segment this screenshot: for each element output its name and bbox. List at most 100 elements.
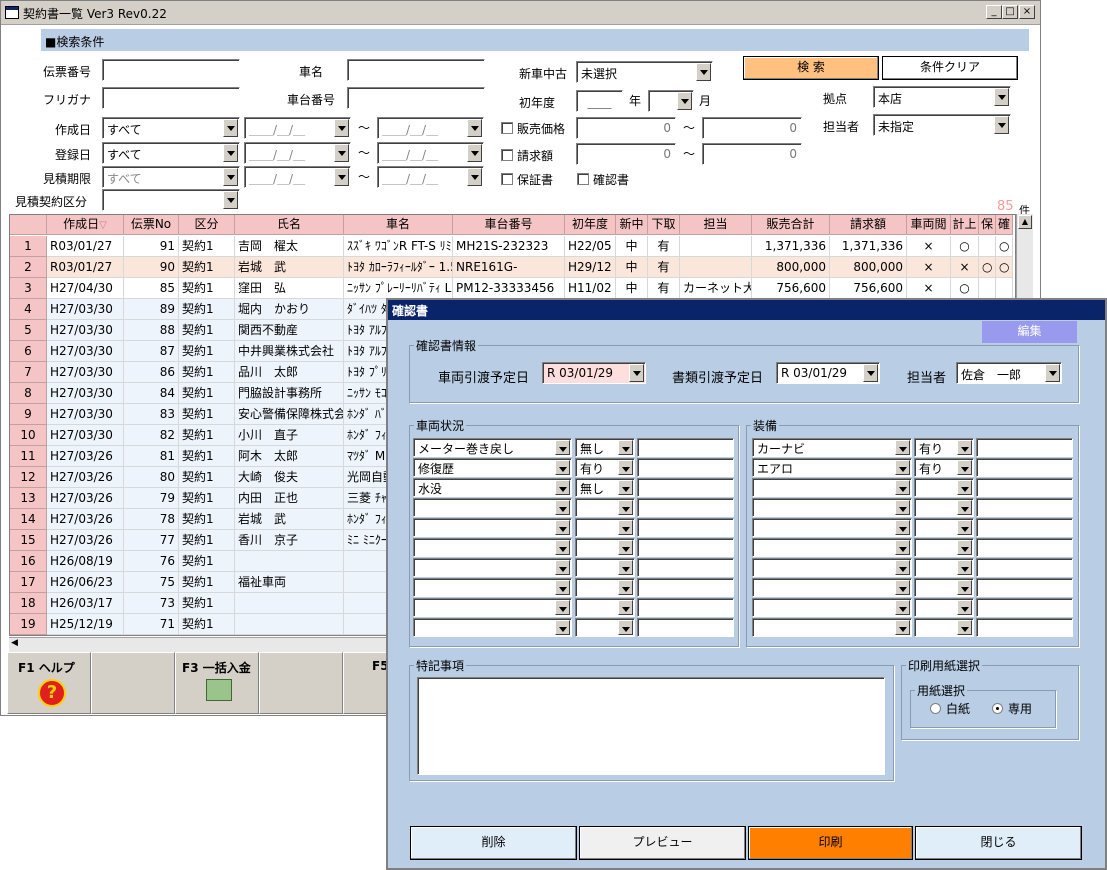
soubi-value-select[interactable]: 有り	[914, 458, 974, 477]
close-button[interactable]: ×	[1019, 5, 1035, 19]
jokyo-note-input[interactable]	[637, 538, 734, 557]
chevron-down-icon[interactable]	[618, 480, 633, 495]
minimize-button[interactable]: _	[986, 5, 1002, 19]
shonendo-input[interactable]: ＿＿	[576, 90, 623, 112]
senyou-radio[interactable]	[992, 703, 1003, 714]
close-dialog-button[interactable]: 閉じる	[915, 826, 1082, 860]
chevron-down-icon[interactable]	[555, 480, 570, 495]
soubi-value-select[interactable]	[914, 538, 974, 557]
sakusei-from-date[interactable]: ＿＿/＿/＿	[244, 117, 351, 139]
search-button[interactable]: 検 索	[743, 56, 879, 80]
jokyo-item-select[interactable]	[413, 518, 572, 537]
hanbai-to-input[interactable]: 0	[702, 117, 802, 139]
f4-empty-button[interactable]	[259, 652, 343, 714]
hakushi-radio[interactable]	[930, 703, 941, 714]
chevron-down-icon[interactable]	[957, 520, 972, 535]
kigen-from-date[interactable]: ＿＿/＿/＿	[244, 166, 351, 188]
chevron-down-icon[interactable]	[334, 144, 349, 162]
soubi-note-input[interactable]	[976, 518, 1073, 537]
jokyo-item-select[interactable]	[413, 618, 572, 637]
chevron-down-icon[interactable]	[1045, 364, 1060, 382]
chevron-down-icon[interactable]	[618, 500, 633, 515]
chevron-down-icon[interactable]	[895, 500, 910, 515]
column-header[interactable]: 確	[996, 215, 1013, 235]
chevron-down-icon[interactable]	[957, 480, 972, 495]
chevron-down-icon[interactable]	[467, 119, 482, 137]
chevron-down-icon[interactable]	[618, 540, 633, 555]
dlg-tantou-select[interactable]: 佐倉 一郎	[956, 362, 1062, 384]
column-header[interactable]: 保	[979, 215, 996, 235]
column-header[interactable]: 区分	[179, 215, 235, 235]
soubi-value-select[interactable]	[914, 598, 974, 617]
jokyo-item-select[interactable]	[413, 558, 572, 577]
jokyo-note-input[interactable]	[637, 498, 734, 517]
jokyo-note-input[interactable]	[637, 558, 734, 577]
jokyo-note-input[interactable]	[637, 438, 734, 457]
f5-button[interactable]: F5	[343, 652, 389, 714]
jokyo-note-input[interactable]	[637, 478, 734, 497]
soubi-item-select[interactable]	[752, 478, 912, 497]
soubi-value-select[interactable]: 有り	[914, 438, 974, 457]
column-header[interactable]: 販売合計	[752, 215, 830, 235]
seikyu-to-input[interactable]: 0	[702, 143, 802, 165]
sort-arrow-icon[interactable]: ▽	[99, 220, 107, 231]
chevron-down-icon[interactable]	[555, 580, 570, 595]
hanbai-checkbox[interactable]	[501, 122, 513, 134]
soubi-value-select[interactable]	[914, 478, 974, 497]
column-header[interactable]: 請求額	[830, 215, 907, 235]
column-header[interactable]: 作成日▽	[47, 215, 124, 235]
jokyo-item-select[interactable]	[413, 578, 572, 597]
jokyo-item-select[interactable]: メーター巻き戻し	[413, 438, 572, 457]
chevron-down-icon[interactable]	[618, 600, 633, 615]
mitsumori-kigen-select[interactable]: すべて	[102, 166, 240, 188]
touroku-from-date[interactable]: ＿＿/＿/＿	[244, 142, 351, 164]
jokyo-note-input[interactable]	[637, 518, 734, 537]
column-header[interactable]: 下取	[648, 215, 680, 235]
print-button[interactable]: 印刷	[748, 826, 913, 860]
soubi-item-select[interactable]	[752, 518, 912, 537]
special-notes-textarea[interactable]	[417, 677, 885, 775]
furigana-input[interactable]	[102, 87, 240, 109]
soubi-item-select[interactable]: エアロ	[752, 458, 912, 477]
chevron-down-icon[interactable]	[895, 540, 910, 555]
soubi-note-input[interactable]	[976, 478, 1073, 497]
jokyo-value-select[interactable]: 有り	[575, 458, 635, 477]
sharyo-date-select[interactable]: R 03/01/29	[542, 362, 646, 384]
chevron-down-icon[interactable]	[957, 580, 972, 595]
soubi-item-select[interactable]	[752, 598, 912, 617]
chevron-down-icon[interactable]	[957, 620, 972, 635]
chevron-down-icon[interactable]	[618, 620, 633, 635]
chevron-down-icon[interactable]	[895, 560, 910, 575]
jokyo-note-input[interactable]	[637, 578, 734, 597]
column-header[interactable]: 新中	[616, 215, 648, 235]
touroku-select[interactable]: すべて	[102, 142, 240, 164]
jokyo-note-input[interactable]	[637, 598, 734, 617]
f2-empty-button[interactable]	[91, 652, 175, 714]
f1-help-button[interactable]: F1 ヘルプ ?	[7, 652, 91, 714]
soubi-item-select[interactable]	[752, 538, 912, 557]
chevron-down-icon[interactable]	[618, 520, 633, 535]
chevron-down-icon[interactable]	[555, 460, 570, 475]
soubi-value-select[interactable]	[914, 618, 974, 637]
month-select[interactable]	[648, 90, 694, 112]
chevron-down-icon[interactable]	[895, 620, 910, 635]
f3-bulk-payment-button[interactable]: F3 一括入金	[175, 652, 259, 714]
chevron-down-icon[interactable]	[957, 560, 972, 575]
kigen-to-date[interactable]: ＿＿/＿/＿	[377, 166, 484, 188]
chevron-down-icon[interactable]	[957, 460, 972, 475]
chevron-down-icon[interactable]	[895, 440, 910, 455]
edit-button[interactable]: 編集	[982, 321, 1077, 343]
shamei-input[interactable]	[347, 59, 485, 81]
chevron-down-icon[interactable]	[223, 144, 238, 162]
chevron-down-icon[interactable]	[555, 500, 570, 515]
chevron-down-icon[interactable]	[467, 144, 482, 162]
jokyo-note-input[interactable]	[637, 618, 734, 637]
soubi-note-input[interactable]	[976, 438, 1073, 457]
chevron-down-icon[interactable]	[696, 63, 711, 81]
chevron-down-icon[interactable]	[618, 560, 633, 575]
chevron-down-icon[interactable]	[994, 88, 1009, 106]
chevron-down-icon[interactable]	[223, 168, 238, 186]
soubi-note-input[interactable]	[976, 618, 1073, 637]
denpyo-no-input[interactable]	[102, 59, 240, 81]
soubi-note-input[interactable]	[976, 578, 1073, 597]
